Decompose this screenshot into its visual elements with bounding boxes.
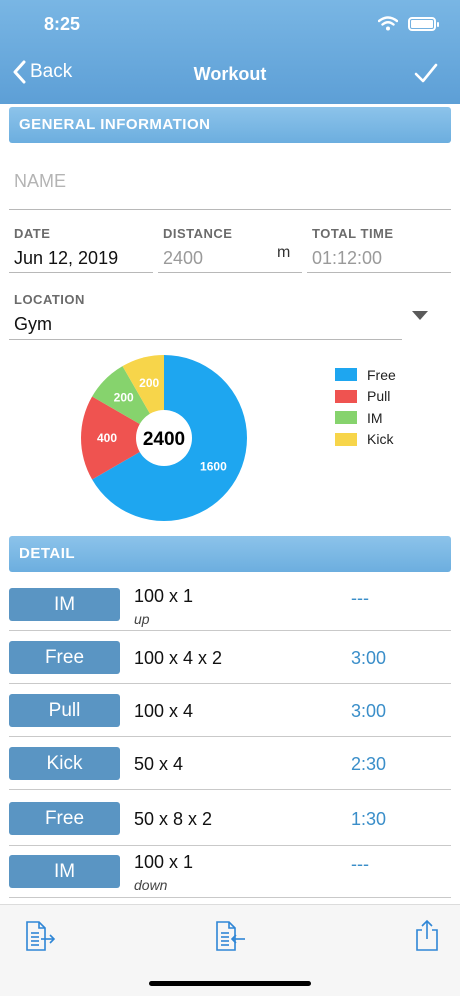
checkmark-icon[interactable] <box>414 62 438 84</box>
legend-label-im: IM <box>367 409 383 426</box>
legend-swatch-im <box>335 411 357 425</box>
legend-item-free: Free <box>335 364 396 386</box>
navigation-header: 8:25 Back Workout <box>0 0 460 104</box>
stroke-button[interactable]: IM <box>9 855 120 888</box>
location-label: LOCATION <box>14 292 85 307</box>
distance-underline <box>158 272 302 273</box>
detail-header: DETAIL <box>9 536 451 572</box>
interval-text: 3:00 <box>351 648 387 668</box>
set-text: 100 x 1 <box>134 586 194 606</box>
share-icon[interactable] <box>413 919 441 953</box>
date-label: DATE <box>14 226 51 241</box>
battery-icon <box>408 16 439 31</box>
total-time-underline <box>307 272 451 273</box>
stroke-button[interactable]: Free <box>9 802 120 835</box>
name-underline <box>9 209 451 210</box>
stroke-button[interactable]: IM <box>9 588 120 621</box>
page-title: Workout <box>193 64 267 84</box>
location-field[interactable]: Gym <box>14 314 52 335</box>
distance-label: DISTANCE <box>163 226 233 241</box>
set-row[interactable]: IM 100 x 1 up --- <box>0 578 460 631</box>
location-underline <box>9 339 402 340</box>
set-row[interactable]: Kick 50 x 4 2:30 <box>0 737 460 790</box>
row-divider <box>9 897 451 898</box>
legend-label-free: Free <box>367 366 396 383</box>
legend-label-kick: Kick <box>367 431 394 448</box>
set-row[interactable]: Free 100 x 4 x 2 3:00 <box>0 631 460 684</box>
name-input[interactable]: NAME <box>14 171 66 192</box>
distance-pie-chart: 1600 400 200 200 2400 <box>81 355 248 521</box>
legend-item-kick: Kick <box>335 429 396 451</box>
pie-legend: Free Pull IM Kick <box>335 364 396 450</box>
total-time-field[interactable]: 01:12:00 <box>312 248 382 269</box>
set-note: down <box>134 877 168 893</box>
date-field[interactable]: Jun 12, 2019 <box>14 248 118 269</box>
distance-field[interactable]: 2400 <box>163 248 203 269</box>
set-note: up <box>134 611 150 627</box>
home-indicator <box>149 981 311 986</box>
interval-text: --- <box>351 854 369 874</box>
set-row[interactable]: IM 100 x 1 down --- <box>0 846 460 899</box>
legend-swatch-pull <box>335 389 357 403</box>
document-export-icon[interactable] <box>23 919 57 953</box>
status-icons <box>378 16 439 31</box>
interval-text: 2:30 <box>351 754 387 774</box>
legend-swatch-kick <box>335 432 357 446</box>
pie-value-label-im: 200 <box>114 391 134 405</box>
legend-item-im: IM <box>335 407 396 429</box>
stroke-button[interactable]: Pull <box>9 694 120 727</box>
wifi-icon <box>378 16 398 31</box>
pie-value-label-free: 1600 <box>200 460 227 474</box>
distance-unit: m <box>277 244 291 261</box>
stroke-button[interactable]: Free <box>9 641 120 674</box>
set-text: 100 x 1 <box>134 852 194 872</box>
pie-value-label-pull: 400 <box>97 431 117 445</box>
pie-center-total: 2400 <box>143 429 185 450</box>
interval-text: --- <box>351 588 369 608</box>
interval-text: 3:00 <box>351 701 387 721</box>
document-import-icon[interactable] <box>213 919 247 953</box>
general-information-header: GENERAL INFORMATION <box>9 107 451 143</box>
legend-label-pull: Pull <box>367 388 391 405</box>
set-text: 100 x 4 <box>134 701 194 721</box>
set-text: 50 x 8 x 2 <box>134 809 213 829</box>
location-dropdown-arrow-icon[interactable] <box>412 311 428 320</box>
date-underline <box>9 272 153 273</box>
pie-value-label-kick: 200 <box>139 376 159 390</box>
legend-swatch-free <box>335 368 357 382</box>
total-time-label: TOTAL TIME <box>312 226 394 241</box>
stroke-button[interactable]: Kick <box>9 747 120 780</box>
status-time: 8:25 <box>44 14 81 34</box>
legend-item-pull: Pull <box>335 386 396 408</box>
set-text: 50 x 4 <box>134 754 184 774</box>
set-row[interactable]: Free 50 x 8 x 2 1:30 <box>0 790 460 846</box>
interval-text: 1:30 <box>351 809 387 829</box>
set-text: 100 x 4 x 2 <box>134 648 223 668</box>
set-row[interactable]: Pull 100 x 4 3:00 <box>0 684 460 737</box>
